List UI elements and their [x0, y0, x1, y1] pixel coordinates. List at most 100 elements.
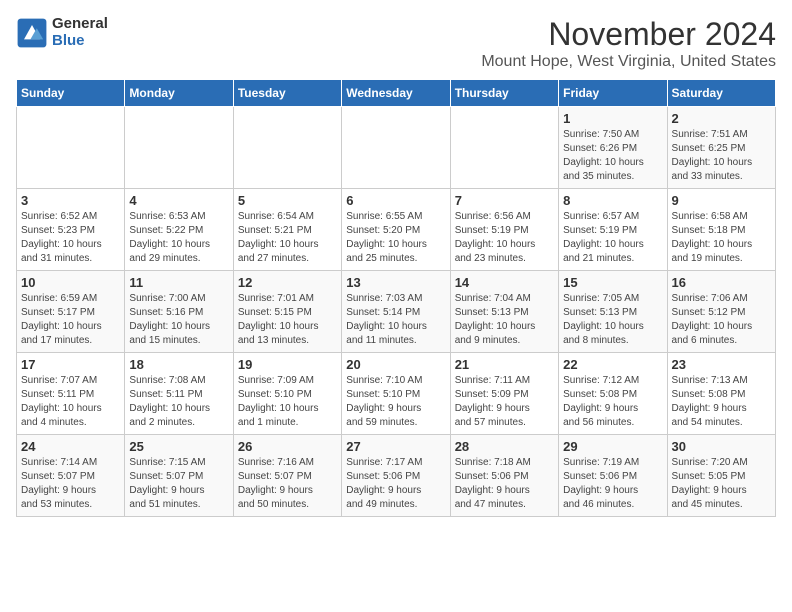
day-info: Sunrise: 7:14 AM Sunset: 5:07 PM Dayligh…: [21, 456, 120, 512]
calendar-cell: 23 Sunrise: 7:13 AM Sunset: 5:08 PM Dayli…: [667, 353, 775, 435]
week-row-4: 24Sunrise: 7:14 AM Sunset: 5:07 PM Dayli…: [17, 435, 776, 517]
calendar-cell: [17, 107, 125, 189]
header: General Blue November 2024 Mount Hope, W…: [16, 16, 776, 71]
day-info: Sunrise: 7:18 AM Sunset: 5:06 PM Dayligh…: [455, 456, 554, 512]
day-info: Sunrise: 7:06 AM Sunset: 5:12 PM Dayligh…: [672, 292, 771, 348]
day-number: 25: [129, 439, 228, 454]
day-number: 4: [129, 193, 228, 208]
calendar-cell: 26Sunrise: 7:16 AM Sunset: 5:07 PM Dayli…: [233, 435, 341, 517]
day-info: Sunrise: 7:10 AM Sunset: 5:10 PM Dayligh…: [346, 374, 445, 430]
calendar-cell: [450, 107, 558, 189]
calendar-cell: 3Sunrise: 6:52 AM Sunset: 5:23 PM Daylig…: [17, 189, 125, 271]
logo-general: General: [52, 16, 108, 33]
day-info: Sunrise: 6:57 AM Sunset: 5:19 PM Dayligh…: [563, 210, 662, 266]
day-number: 11: [129, 275, 228, 290]
calendar-cell: 1 Sunrise: 7:50 AM Sunset: 6:26 PM Daylig…: [559, 107, 667, 189]
day-info: Sunrise: 7:01 AM Sunset: 5:15 PM Dayligh…: [238, 292, 337, 348]
day-number: 17: [21, 357, 120, 372]
calendar-cell: 14 Sunrise: 7:04 AM Sunset: 5:13 PM Dayli…: [450, 271, 558, 353]
day-number: 18: [129, 357, 228, 372]
week-row-0: 1 Sunrise: 7:50 AM Sunset: 6:26 PM Daylig…: [17, 107, 776, 189]
day-number: 7: [455, 193, 554, 208]
day-info: Sunrise: 6:54 AM Sunset: 5:21 PM Dayligh…: [238, 210, 337, 266]
day-info: Sunrise: 7:03 AM Sunset: 5:14 PM Dayligh…: [346, 292, 445, 348]
day-info: Sunrise: 7:15 AM Sunset: 5:07 PM Dayligh…: [129, 456, 228, 512]
month-title: November 2024: [481, 16, 776, 53]
calendar-cell: 2Sunrise: 7:51 AM Sunset: 6:25 PM Daylig…: [667, 107, 775, 189]
header-day-saturday: Saturday: [667, 80, 775, 107]
day-info: Sunrise: 7:50 AM Sunset: 6:26 PM Dayligh…: [563, 128, 662, 184]
calendar-cell: [342, 107, 450, 189]
day-number: 27: [346, 439, 445, 454]
calendar-cell: 25 Sunrise: 7:15 AM Sunset: 5:07 PM Dayli…: [125, 435, 233, 517]
day-number: 8: [563, 193, 662, 208]
calendar-cell: 17 Sunrise: 7:07 AM Sunset: 5:11 PM Dayli…: [17, 353, 125, 435]
day-number: 29: [563, 439, 662, 454]
day-info: Sunrise: 7:09 AM Sunset: 5:10 PM Dayligh…: [238, 374, 337, 430]
calendar-cell: 9 Sunrise: 6:58 AM Sunset: 5:18 PM Daylig…: [667, 189, 775, 271]
day-number: 13: [346, 275, 445, 290]
calendar-cell: 28 Sunrise: 7:18 AM Sunset: 5:06 PM Dayli…: [450, 435, 558, 517]
day-info: Sunrise: 6:53 AM Sunset: 5:22 PM Dayligh…: [129, 210, 228, 266]
logo-icon: [16, 17, 48, 49]
calendar-cell: [125, 107, 233, 189]
day-info: Sunrise: 7:11 AM Sunset: 5:09 PM Dayligh…: [455, 374, 554, 430]
logo: General Blue: [16, 16, 108, 49]
calendar-cell: 24Sunrise: 7:14 AM Sunset: 5:07 PM Dayli…: [17, 435, 125, 517]
day-number: 20: [346, 357, 445, 372]
day-info: Sunrise: 6:55 AM Sunset: 5:20 PM Dayligh…: [346, 210, 445, 266]
day-number: 22: [563, 357, 662, 372]
calendar-cell: 15 Sunrise: 7:05 AM Sunset: 5:13 PM Dayli…: [559, 271, 667, 353]
day-number: 12: [238, 275, 337, 290]
day-info: Sunrise: 6:56 AM Sunset: 5:19 PM Dayligh…: [455, 210, 554, 266]
day-info: Sunrise: 7:07 AM Sunset: 5:11 PM Dayligh…: [21, 374, 120, 430]
day-number: 15: [563, 275, 662, 290]
day-info: Sunrise: 7:00 AM Sunset: 5:16 PM Dayligh…: [129, 292, 228, 348]
calendar-cell: 7 Sunrise: 6:56 AM Sunset: 5:19 PM Daylig…: [450, 189, 558, 271]
logo-text: General Blue: [52, 16, 108, 49]
logo-blue: Blue: [52, 33, 108, 50]
day-info: Sunrise: 7:19 AM Sunset: 5:06 PM Dayligh…: [563, 456, 662, 512]
calendar-cell: 30 Sunrise: 7:20 AM Sunset: 5:05 PM Dayli…: [667, 435, 775, 517]
day-info: Sunrise: 7:17 AM Sunset: 5:06 PM Dayligh…: [346, 456, 445, 512]
header-day-monday: Monday: [125, 80, 233, 107]
day-number: 1: [563, 111, 662, 126]
week-row-1: 3Sunrise: 6:52 AM Sunset: 5:23 PM Daylig…: [17, 189, 776, 271]
day-info: Sunrise: 6:58 AM Sunset: 5:18 PM Dayligh…: [672, 210, 771, 266]
calendar-cell: 22 Sunrise: 7:12 AM Sunset: 5:08 PM Dayli…: [559, 353, 667, 435]
calendar-cell: 10 Sunrise: 6:59 AM Sunset: 5:17 PM Dayli…: [17, 271, 125, 353]
header-day-friday: Friday: [559, 80, 667, 107]
day-number: 28: [455, 439, 554, 454]
calendar-cell: 13 Sunrise: 7:03 AM Sunset: 5:14 PM Dayli…: [342, 271, 450, 353]
calendar-cell: 20 Sunrise: 7:10 AM Sunset: 5:10 PM Dayli…: [342, 353, 450, 435]
header-day-tuesday: Tuesday: [233, 80, 341, 107]
day-number: 19: [238, 357, 337, 372]
calendar-cell: 21Sunrise: 7:11 AM Sunset: 5:09 PM Dayli…: [450, 353, 558, 435]
day-number: 10: [21, 275, 120, 290]
day-number: 6: [346, 193, 445, 208]
day-info: Sunrise: 7:04 AM Sunset: 5:13 PM Dayligh…: [455, 292, 554, 348]
header-row: SundayMondayTuesdayWednesdayThursdayFrid…: [17, 80, 776, 107]
header-day-thursday: Thursday: [450, 80, 558, 107]
day-number: 14: [455, 275, 554, 290]
day-number: 30: [672, 439, 771, 454]
day-number: 16: [672, 275, 771, 290]
day-info: Sunrise: 7:12 AM Sunset: 5:08 PM Dayligh…: [563, 374, 662, 430]
calendar-cell: 18Sunrise: 7:08 AM Sunset: 5:11 PM Dayli…: [125, 353, 233, 435]
day-number: 9: [672, 193, 771, 208]
calendar-cell: 29 Sunrise: 7:19 AM Sunset: 5:06 PM Dayli…: [559, 435, 667, 517]
header-day-sunday: Sunday: [17, 80, 125, 107]
calendar-cell: 6 Sunrise: 6:55 AM Sunset: 5:20 PM Daylig…: [342, 189, 450, 271]
calendar-cell: 5Sunrise: 6:54 AM Sunset: 5:21 PM Daylig…: [233, 189, 341, 271]
title-area: November 2024 Mount Hope, West Virginia,…: [481, 16, 776, 71]
calendar-cell: [233, 107, 341, 189]
day-info: Sunrise: 7:13 AM Sunset: 5:08 PM Dayligh…: [672, 374, 771, 430]
day-info: Sunrise: 7:05 AM Sunset: 5:13 PM Dayligh…: [563, 292, 662, 348]
day-number: 2: [672, 111, 771, 126]
week-row-2: 10 Sunrise: 6:59 AM Sunset: 5:17 PM Dayli…: [17, 271, 776, 353]
day-info: Sunrise: 6:59 AM Sunset: 5:17 PM Dayligh…: [21, 292, 120, 348]
day-info: Sunrise: 7:20 AM Sunset: 5:05 PM Dayligh…: [672, 456, 771, 512]
day-number: 23: [672, 357, 771, 372]
header-day-wednesday: Wednesday: [342, 80, 450, 107]
calendar-cell: 8 Sunrise: 6:57 AM Sunset: 5:19 PM Daylig…: [559, 189, 667, 271]
